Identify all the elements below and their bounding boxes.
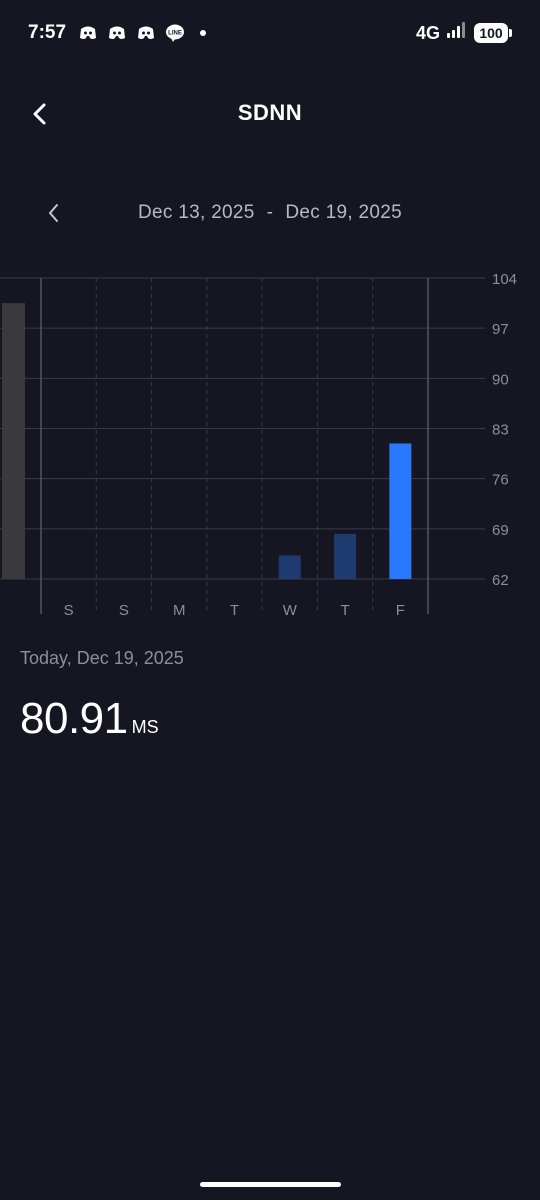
line-icon: LINE [165,23,185,43]
bar-4 [278,555,301,579]
x-tick-label: M [173,602,186,619]
discord-icon [136,23,156,43]
status-time: 7:57 [28,22,67,43]
sdnn-chart[interactable]: 104 97 90 83 76 69 62 S S M T W T F [0,262,540,622]
date-range-label: Dec 13, 2025- Dec 19, 2025 [0,202,540,224]
battery-level: 100 [474,23,508,43]
signal-icon [446,21,468,45]
bar-6 [389,443,412,579]
sdnn-unit: MS [131,717,159,737]
range-start: Dec 13, 2025 [138,202,255,223]
chart-svg: 104 97 90 83 76 69 62 S S M T W T F [0,271,517,619]
page-title: SDNN [237,100,303,125]
discord-icon [78,23,98,43]
battery-icon: 100 [474,23,512,43]
range-end: Dec 19, 2025 [285,202,402,223]
discord-icon [107,23,127,43]
more-notifications-dot [200,30,207,36]
y-tick-label: 62 [492,572,509,589]
date-range-row: Dec 13, 2025- Dec 19, 2025 [0,196,540,230]
previous-period-bar [2,303,25,579]
x-tick-label: F [396,602,405,619]
header: SDNN [0,88,540,140]
status-bar: 7:57 LINE 4G 100 [0,0,540,66]
range-separator: - [266,202,274,223]
x-tick-label: W [283,602,298,619]
x-tick-label: T [230,602,239,619]
y-tick-label: 104 [492,271,517,288]
notification-icons: LINE [78,23,207,43]
network-type: 4G [415,22,440,43]
y-tick-label: 97 [492,321,509,338]
sdnn-value: 80.91 [20,694,128,743]
y-tick-label: 83 [492,422,509,439]
line-badge-text: LINE [168,31,182,37]
y-tick-label: 76 [492,472,509,489]
selected-value: 80.91 MS [20,694,159,744]
x-tick-label: T [340,602,349,619]
y-tick-label: 69 [492,522,509,539]
x-tick-label: S [119,602,129,619]
y-tick-label: 90 [492,371,509,388]
bar-5 [334,533,357,579]
selected-date-label: Today, Dec 19, 2025 [20,648,184,668]
home-indicator[interactable] [200,1182,341,1187]
x-tick-label: S [64,602,74,619]
status-right: 4G 100 [416,21,512,45]
